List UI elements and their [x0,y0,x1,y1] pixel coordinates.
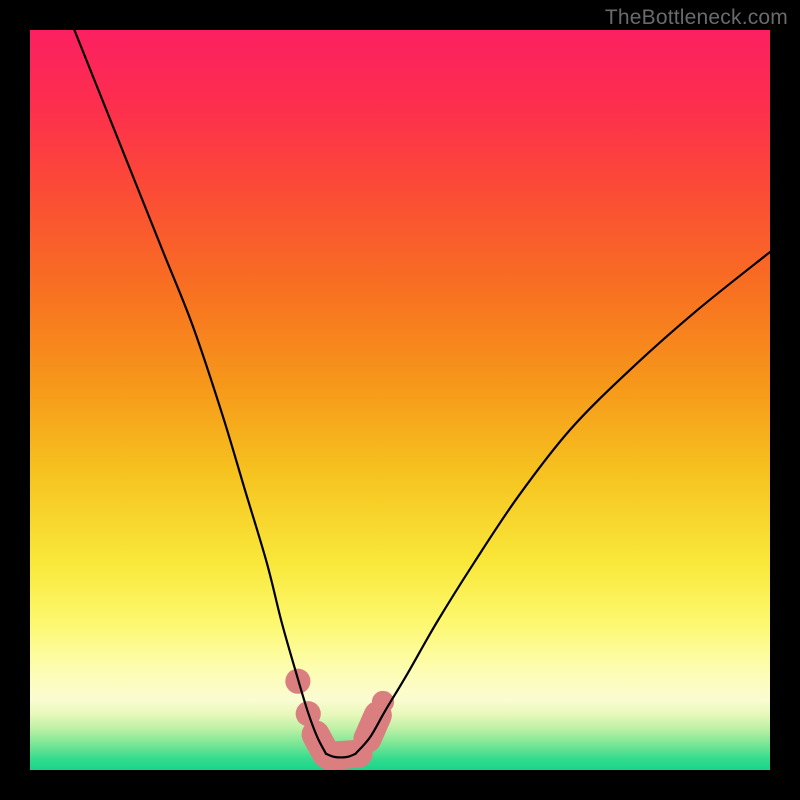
outer-frame: TheBottleneck.com [0,0,800,800]
right-branch-curve [356,252,770,754]
marker-layer [285,669,394,756]
left-branch-curve [74,30,326,754]
watermark-text: TheBottleneck.com [605,6,788,30]
plot-area [30,30,770,770]
curve-layer [30,30,770,770]
